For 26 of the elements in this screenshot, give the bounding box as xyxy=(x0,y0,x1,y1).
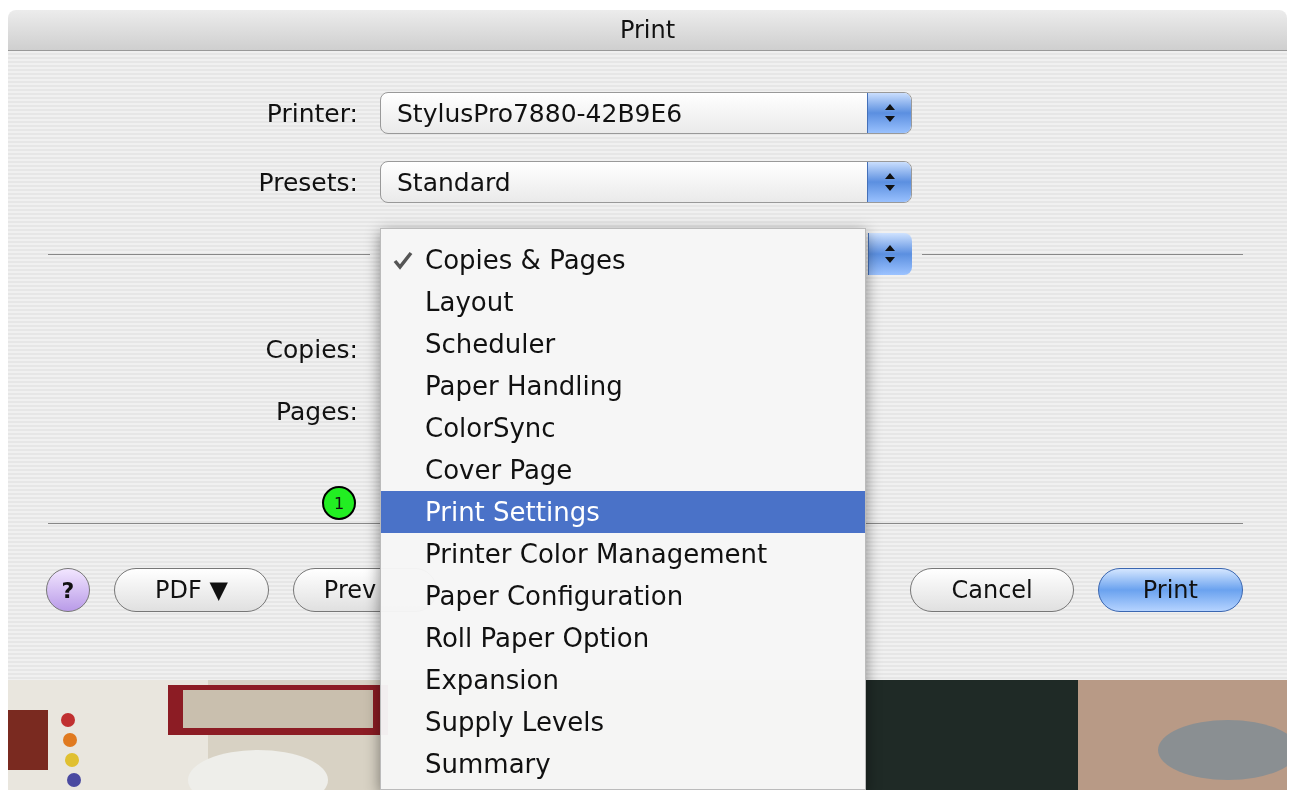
menu-item[interactable]: Paper Handling xyxy=(381,365,865,407)
menu-item[interactable]: Roll Paper Option xyxy=(381,617,865,659)
button[interactable]: Cancel xyxy=(910,568,1074,612)
callout-badge: 1 xyxy=(322,486,356,520)
menu-item[interactable]: Supply Levels xyxy=(381,701,865,743)
menu-item[interactable]: Layout xyxy=(381,281,865,323)
window-title: Print xyxy=(619,16,676,44)
field-label: Pages: xyxy=(275,396,358,426)
popup-button[interactable]: StylusPro7880-42B9E6 xyxy=(380,92,912,134)
menu-item[interactable]: Summary xyxy=(381,743,865,785)
menu-item[interactable]: ColorSync xyxy=(381,407,865,449)
menu-item[interactable]: Cover Page xyxy=(381,449,865,491)
field-label: Copies: xyxy=(264,334,358,364)
menu-item[interactable]: Copies & Pages xyxy=(381,239,865,281)
popup-stepper-icon[interactable] xyxy=(867,162,911,202)
field-label: Printer: xyxy=(265,98,358,128)
button[interactable]: PDF ▼ xyxy=(114,568,269,612)
menu-item[interactable]: Scheduler xyxy=(381,323,865,365)
popup-stepper-icon[interactable] xyxy=(867,93,911,133)
popup-stepper-icon[interactable] xyxy=(867,233,912,275)
button[interactable]: Print xyxy=(1097,568,1243,612)
field-label: Presets: xyxy=(257,167,358,197)
menu-item[interactable]: Expansion xyxy=(381,659,865,701)
help-button[interactable]: ? xyxy=(46,568,90,612)
menu-item[interactable]: Print Settings xyxy=(381,491,865,533)
popup-button[interactable]: Standard xyxy=(380,161,912,203)
